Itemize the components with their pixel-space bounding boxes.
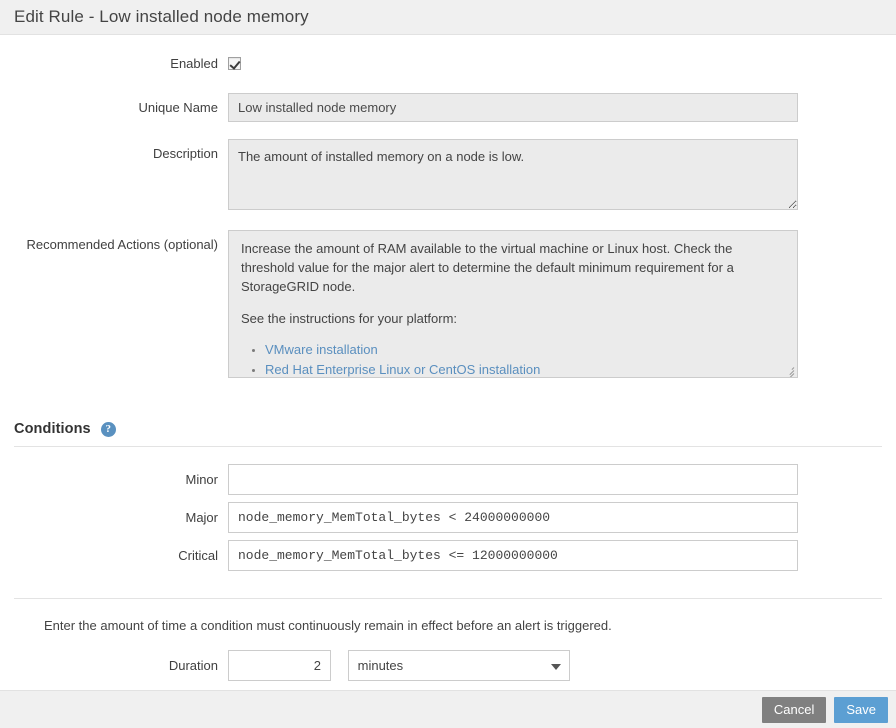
enabled-label: Enabled	[0, 56, 228, 72]
list-item: Red Hat Enterprise Linux or CentOS insta…	[265, 361, 785, 378]
link-rhel-centos-installation[interactable]: Red Hat Enterprise Linux or CentOS insta…	[265, 362, 540, 377]
conditions-divider	[14, 446, 882, 447]
enabled-checkbox[interactable]	[228, 57, 241, 70]
form-row-description: Description The amount of installed memo…	[0, 139, 896, 213]
conditions-section-header: Conditions ?	[0, 421, 896, 437]
form-row-major: Major	[0, 502, 896, 533]
form-row-critical: Critical	[0, 540, 896, 571]
recommended-actions-link-list: VMware installation Red Hat Enterprise L…	[241, 341, 785, 378]
unique-name-input[interactable]	[228, 93, 798, 122]
conditions-title: Conditions	[14, 421, 91, 437]
form-row-enabled: Enabled	[0, 56, 896, 73]
form-row-unique-name: Unique Name	[0, 93, 896, 122]
duration-divider	[14, 598, 882, 599]
link-vmware-installation[interactable]: VMware installation	[265, 342, 378, 357]
duration-unit-value: minutes	[358, 658, 404, 673]
help-circle-icon[interactable]: ?	[101, 422, 116, 437]
unique-name-label: Unique Name	[0, 93, 228, 116]
minor-condition-input[interactable]	[228, 464, 798, 495]
major-condition-input[interactable]	[228, 502, 798, 533]
form-row-recommended-actions: Recommended Actions (optional) Increase …	[0, 230, 896, 378]
cancel-button[interactable]: Cancel	[762, 697, 826, 723]
save-button[interactable]: Save	[834, 697, 888, 723]
duration-label: Duration	[0, 650, 228, 674]
duration-field-wrap: minutes	[228, 650, 896, 681]
form-row-duration: Duration minutes	[0, 650, 896, 681]
dialog-footer: Cancel Save	[0, 690, 896, 728]
unique-name-field-wrap	[228, 93, 896, 122]
duration-value-input[interactable]	[228, 650, 331, 681]
dialog-body: Enabled Unique Name Description The amou…	[0, 56, 896, 681]
minor-label: Minor	[0, 464, 228, 488]
duration-helper-text: Enter the amount of time a condition mus…	[0, 618, 896, 633]
page-title: Edit Rule - Low installed node memory	[14, 7, 309, 27]
recommended-actions-label: Recommended Actions (optional)	[0, 230, 228, 253]
minor-field-wrap	[228, 464, 896, 495]
duration-unit-select-wrap: minutes	[348, 650, 570, 681]
critical-label: Critical	[0, 540, 228, 564]
description-label: Description	[0, 139, 228, 162]
recommended-actions-paragraph-2: See the instructions for your platform:	[241, 310, 785, 329]
enabled-field-wrap	[228, 56, 896, 73]
critical-field-wrap	[228, 540, 896, 571]
major-label: Major	[0, 502, 228, 526]
major-field-wrap	[228, 502, 896, 533]
recommended-actions-field-wrap: Increase the amount of RAM available to …	[228, 230, 896, 378]
dialog-header: Edit Rule - Low installed node memory	[0, 0, 896, 35]
description-textarea[interactable]: The amount of installed memory on a node…	[228, 139, 798, 210]
recommended-actions-paragraph-1: Increase the amount of RAM available to …	[241, 240, 785, 297]
duration-unit-select[interactable]: minutes	[348, 650, 570, 681]
critical-condition-input[interactable]	[228, 540, 798, 571]
list-item: VMware installation	[265, 341, 785, 359]
description-field-wrap: The amount of installed memory on a node…	[228, 139, 896, 213]
recommended-actions-editor[interactable]: Increase the amount of RAM available to …	[228, 230, 798, 378]
resize-handle-icon[interactable]	[783, 364, 795, 376]
form-row-minor: Minor	[0, 464, 896, 495]
